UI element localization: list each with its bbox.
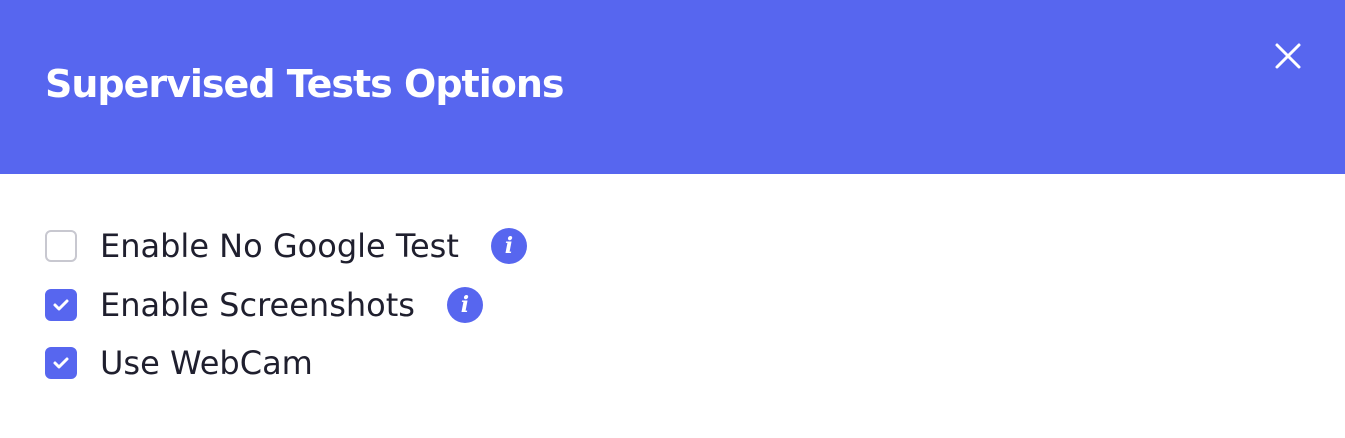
dialog-header: Supervised Tests Options bbox=[0, 0, 1345, 174]
checkbox-use-webcam[interactable] bbox=[45, 347, 77, 379]
option-label[interactable]: Use WebCam bbox=[100, 344, 313, 382]
checkmark-icon bbox=[53, 299, 69, 311]
checkbox-enable-no-google-test[interactable] bbox=[45, 230, 77, 262]
info-icon[interactable]: i bbox=[446, 287, 483, 323]
option-enable-screenshots[interactable]: Enable Screenshots i bbox=[45, 285, 483, 325]
info-icon[interactable]: i bbox=[490, 228, 527, 264]
option-label[interactable]: Enable No Google Test bbox=[100, 227, 459, 265]
option-label[interactable]: Enable Screenshots bbox=[100, 286, 415, 324]
option-use-webcam[interactable]: Use WebCam bbox=[45, 343, 313, 383]
supervised-tests-options-dialog: Supervised Tests Options Enable No Googl… bbox=[0, 0, 1345, 438]
dialog-title: Supervised Tests Options bbox=[45, 62, 565, 106]
checkbox-enable-screenshots[interactable] bbox=[45, 289, 77, 321]
option-enable-no-google-test[interactable]: Enable No Google Test i bbox=[45, 226, 527, 266]
close-icon[interactable] bbox=[1266, 34, 1310, 78]
checkmark-icon bbox=[53, 357, 69, 369]
close-icon-glyph bbox=[1275, 43, 1301, 69]
